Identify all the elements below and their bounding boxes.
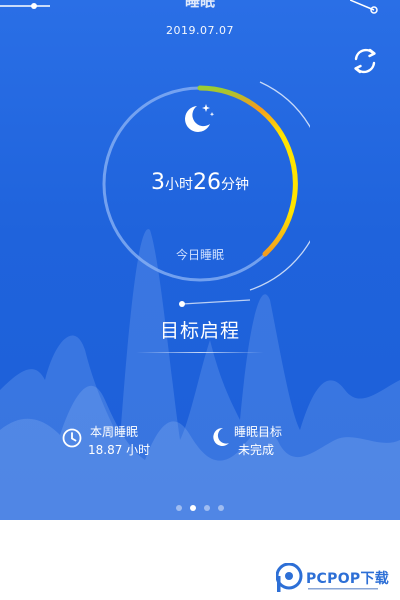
clock-icon bbox=[62, 428, 82, 448]
today-sleep-label: 今日睡眠 bbox=[175, 248, 224, 262]
page-dot-3[interactable] bbox=[204, 505, 210, 511]
week-sleep-title: 本周睡眠 bbox=[90, 425, 139, 439]
sleep-screen: 睡眠 2019.07.07 3小时26分钟 今日睡眠 目标启程 本周睡眠 18.… bbox=[0, 0, 400, 520]
crescent-moon-icon bbox=[213, 427, 229, 446]
settings-line-icon[interactable] bbox=[350, 0, 400, 18]
pcpop-logo-icon bbox=[276, 563, 303, 592]
watermark-brand: PCPOP下载 bbox=[306, 571, 390, 587]
page-dot-4[interactable] bbox=[218, 505, 224, 511]
date-label: 2019.07.07 bbox=[166, 24, 234, 37]
sleep-duration: 3小时26分钟 bbox=[100, 170, 300, 195]
goal-start-button[interactable]: 目标启程 bbox=[100, 316, 300, 343]
refresh-icon[interactable] bbox=[348, 44, 382, 78]
duration-minutes: 26 bbox=[193, 170, 221, 195]
goal-divider bbox=[136, 352, 264, 353]
page-indicator bbox=[0, 505, 400, 511]
sleep-goal-status: 未完成 bbox=[238, 443, 275, 457]
back-arrow-icon[interactable] bbox=[0, 0, 60, 14]
week-sleep-value: 18.87 小时 bbox=[88, 443, 151, 457]
duration-minutes-unit: 分钟 bbox=[221, 177, 249, 193]
page-dot-1[interactable] bbox=[176, 505, 182, 511]
page-title: 睡眠 bbox=[184, 0, 215, 10]
moon-stars-icon bbox=[185, 104, 215, 132]
sleep-goal-title: 睡眠目标 bbox=[234, 425, 283, 439]
duration-hours: 3 bbox=[151, 170, 165, 195]
duration-hours-unit: 小时 bbox=[165, 177, 193, 193]
page-dot-2[interactable] bbox=[190, 505, 196, 511]
watermark-underline bbox=[308, 588, 378, 590]
